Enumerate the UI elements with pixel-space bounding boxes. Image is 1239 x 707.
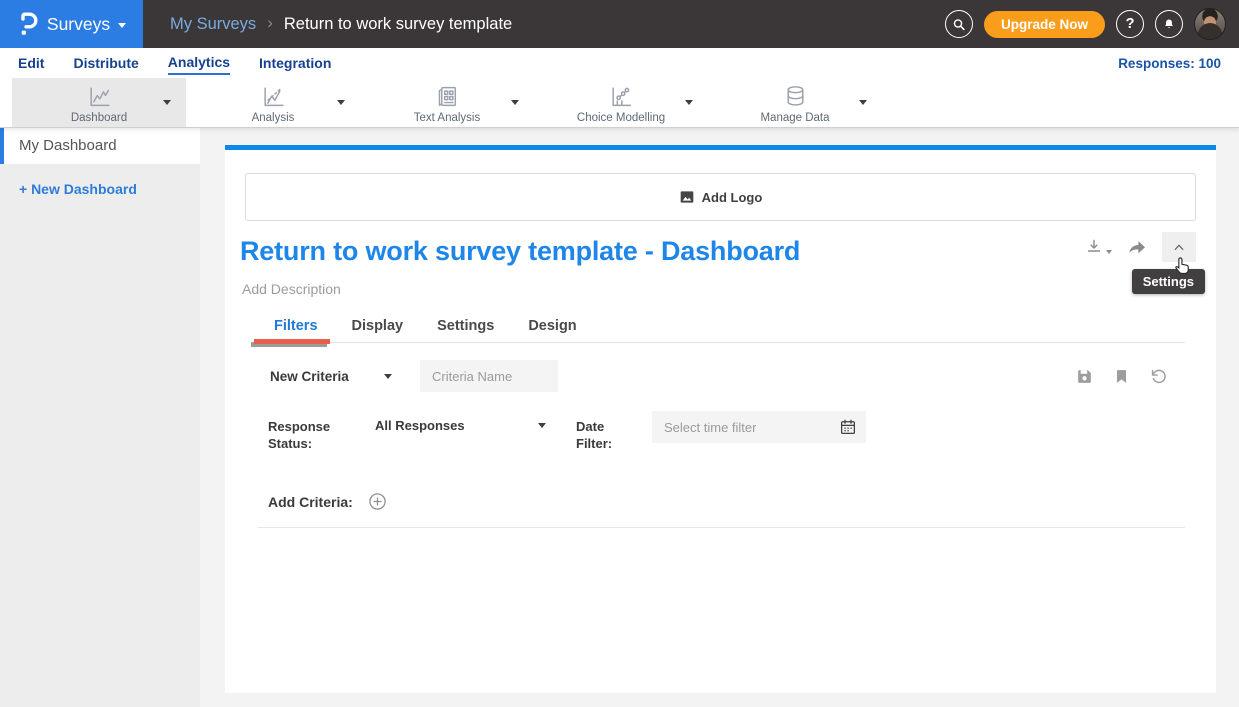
dashboard-actions	[1084, 232, 1196, 262]
dashboard-title[interactable]: Return to work survey template - Dashboa…	[240, 234, 800, 268]
add-criteria-button[interactable]	[367, 491, 388, 512]
product-switcher[interactable]: Surveys	[0, 0, 143, 48]
chevron-down-icon[interactable]	[163, 100, 171, 105]
scatter-chart-icon	[609, 84, 634, 109]
tab-display[interactable]: Display	[336, 311, 420, 342]
add-description-placeholder[interactable]: Add Description	[242, 281, 341, 297]
tab-settings[interactable]: Settings	[421, 311, 510, 342]
criteria-select-value: New Criteria	[270, 369, 349, 384]
tab-label: Design	[528, 318, 576, 334]
status-date-row: Response Status: All Responses Date Filt…	[268, 411, 1168, 452]
line-chart-icon	[87, 84, 112, 109]
chevron-down-icon	[1106, 250, 1112, 254]
add-logo-button[interactable]: Add Logo	[245, 173, 1196, 221]
toolbar-item-choice-modelling[interactable]: Choice Modelling	[534, 78, 708, 127]
tab-label: Display	[352, 318, 404, 334]
nav-tab-distribute[interactable]: Distribute	[73, 53, 138, 74]
download-button[interactable]	[1084, 237, 1112, 257]
active-tab-underline	[254, 339, 330, 344]
breadcrumb-current: Return to work survey template	[284, 15, 512, 34]
chevron-down-icon[interactable]	[859, 100, 867, 105]
main-content: Add Logo Return to work survey template …	[200, 127, 1239, 707]
toolbar-item-dashboard[interactable]: Dashboard	[12, 78, 186, 127]
nav-tab-analytics[interactable]: Analytics	[168, 52, 230, 75]
newspaper-icon	[435, 84, 460, 109]
reset-icon	[1149, 367, 1168, 386]
response-status-select[interactable]: All Responses	[375, 411, 546, 433]
tab-design[interactable]: Design	[512, 311, 592, 342]
bell-icon	[1162, 16, 1176, 32]
toolbar-item-label: Dashboard	[71, 112, 127, 124]
plus-circle-icon	[367, 491, 388, 512]
response-status-value: All Responses	[375, 418, 465, 433]
bookmark-button[interactable]	[1113, 367, 1130, 386]
dashboard-tabs: Filters Display Settings Design	[258, 311, 1185, 343]
help-button[interactable]: ?	[1116, 10, 1144, 38]
collapse-settings-button[interactable]	[1162, 232, 1196, 262]
add-logo-label: Add Logo	[702, 190, 763, 205]
chevron-down-icon	[384, 374, 392, 379]
tab-label: Settings	[437, 318, 494, 334]
reset-button[interactable]	[1149, 367, 1168, 386]
tab-filters[interactable]: Filters	[258, 311, 334, 342]
breadcrumb: My Surveys › Return to work survey templ…	[170, 15, 512, 34]
section-divider	[258, 527, 1185, 528]
upgrade-now-button[interactable]: Upgrade Now	[984, 11, 1105, 38]
trend-chart-icon	[261, 84, 286, 109]
toolbar-item-analysis[interactable]: Analysis	[186, 78, 360, 127]
new-dashboard-button[interactable]: + New Dashboard	[0, 181, 200, 197]
sidebar-item-label: My Dashboard	[19, 137, 117, 154]
bookmark-icon	[1113, 367, 1130, 386]
nav-tab-integration[interactable]: Integration	[259, 53, 331, 74]
search-button[interactable]	[945, 10, 973, 38]
breadcrumb-my-surveys[interactable]: My Surveys	[170, 15, 256, 34]
analytics-toolbar: Dashboard Analysis Text Anal	[0, 78, 1239, 127]
image-icon	[679, 190, 695, 204]
date-filter-input[interactable]	[652, 411, 866, 443]
proprofs-logo-icon	[17, 11, 39, 37]
toolbar-item-label: Manage Data	[760, 112, 829, 124]
responses-count: Responses: 100	[1118, 56, 1221, 71]
save-button[interactable]	[1075, 367, 1094, 386]
toolbar-item-label: Text Analysis	[414, 112, 480, 124]
dashboard-sidebar: My Dashboard + New Dashboard	[0, 127, 200, 707]
topbar: Surveys My Surveys › Return to work surv…	[0, 0, 1239, 48]
date-filter-field	[652, 411, 866, 443]
criteria-select[interactable]: New Criteria	[270, 369, 392, 384]
response-status-label: Response Status:	[268, 411, 375, 452]
chevron-up-icon	[1171, 240, 1187, 254]
topbar-actions: Upgrade Now ?	[945, 8, 1239, 40]
user-avatar[interactable]	[1194, 8, 1226, 40]
survey-nav: Edit Distribute Analytics Integration Re…	[0, 48, 1239, 78]
criteria-name-input[interactable]	[420, 360, 558, 392]
chevron-down-icon	[538, 423, 546, 428]
toolbar-item-label: Analysis	[252, 112, 295, 124]
date-filter-label: Date Filter:	[576, 411, 652, 452]
product-name: Surveys	[47, 14, 110, 35]
add-criteria-row: Add Criteria:	[268, 491, 388, 512]
chevron-down-icon	[118, 23, 126, 28]
settings-tooltip: Settings	[1132, 269, 1205, 294]
search-icon	[952, 17, 966, 32]
chevron-down-icon[interactable]	[685, 100, 693, 105]
nav-tab-edit[interactable]: Edit	[18, 53, 44, 74]
save-icon	[1075, 367, 1094, 386]
download-icon	[1084, 237, 1104, 257]
toolbar-item-text-analysis[interactable]: Text Analysis	[360, 78, 534, 127]
share-arrow-icon	[1126, 237, 1148, 257]
dashboard-card: Add Logo Return to work survey template …	[225, 145, 1216, 693]
breadcrumb-separator-icon: ›	[267, 13, 273, 33]
share-button[interactable]	[1126, 237, 1148, 257]
add-criteria-label: Add Criteria:	[268, 494, 353, 510]
sidebar-item-my-dashboard[interactable]: My Dashboard	[0, 127, 200, 164]
chevron-down-icon[interactable]	[337, 100, 345, 105]
toolbar-item-manage-data[interactable]: Manage Data	[708, 78, 882, 127]
database-icon	[783, 84, 808, 109]
criteria-row: New Criteria	[270, 358, 1168, 394]
criteria-actions	[1075, 367, 1168, 386]
notifications-button[interactable]	[1155, 10, 1183, 38]
chevron-down-icon[interactable]	[511, 100, 519, 105]
tab-label: Filters	[274, 318, 318, 334]
toolbar-item-label: Choice Modelling	[577, 112, 665, 124]
